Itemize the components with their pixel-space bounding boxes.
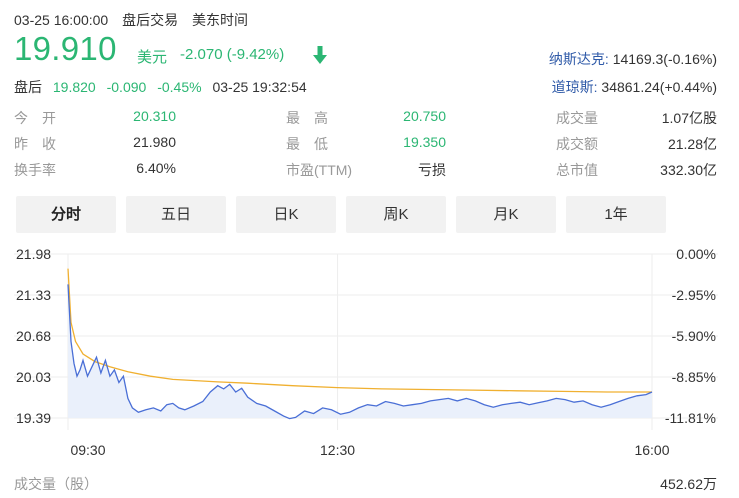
quote-label: 最 高 [286, 110, 328, 126]
quote-label: 市盈(TTM) [286, 162, 353, 178]
tab-monthly-k[interactable]: 月K [456, 196, 556, 233]
y-tick-label-left: 19.39 [16, 410, 51, 426]
index-value: 14169.3(-0.16%) [612, 51, 717, 67]
quote-label: 总市值 [556, 162, 598, 178]
index-name[interactable]: 道琼斯 [552, 79, 594, 95]
x-tick-label: 09:30 [70, 442, 105, 458]
x-tick-label: 12:30 [320, 442, 355, 458]
intraday-chart[interactable]: 21.98 0.00% 21.33 -2.95% 20.68 -5.90% 20.03 -8.… [0, 240, 739, 468]
y-tick-label-left: 21.98 [16, 246, 51, 262]
after-hours-price: 19.820 [52, 79, 96, 95]
quote-label: 今 开 [14, 110, 56, 126]
quote-value: 20.310 [133, 108, 176, 124]
y-tick-label-right: -8.85% [672, 369, 716, 385]
status-line: 03-25 16:00:00 盘后交易 美东时间 [14, 10, 258, 30]
price-change: -2.070 (-9.42%) [180, 46, 285, 63]
y-tick-label-right: -2.95% [672, 287, 716, 303]
price-area-layer [68, 284, 652, 419]
quote-value: 332.30亿 [660, 162, 717, 178]
quote-label: 换手率 [14, 162, 56, 178]
index-dow[interactable]: 道琼斯: 34861.24(+0.44%) [552, 77, 717, 97]
index-name[interactable]: 纳斯达克 [549, 51, 605, 67]
axis-labels-layer: 21.98 0.00% 21.33 -2.95% 20.68 -5.90% 20.03 -8.… [16, 246, 716, 458]
timezone-label: 美东时间 [191, 12, 248, 28]
y-tick-label-right: 0.00% [676, 246, 716, 262]
after-hours-change: -0.090 [106, 79, 147, 95]
quote-value: 21.980 [133, 134, 176, 150]
volume-label: 成交量（股） [14, 476, 98, 492]
quote-value: 亏损 [418, 162, 446, 178]
y-tick-label-left: 20.03 [16, 369, 51, 385]
quote-value: 20.750 [403, 108, 446, 124]
quote-datetime: 03-25 16:00:00 [14, 12, 109, 28]
session-label: 盘后交易 [122, 12, 179, 28]
after-hours-row: 盘后 19.820 -0.090 -0.45% 03-25 19:32:54 [14, 77, 314, 97]
y-tick-label-left: 20.68 [16, 328, 51, 344]
after-hours-label: 盘后 [14, 79, 42, 95]
quote-label: 最 低 [286, 136, 328, 152]
y-tick-label-right: -5.90% [672, 328, 716, 344]
after-hours-time: 03-25 19:32:54 [212, 79, 307, 95]
price-line [67, 284, 653, 420]
y-tick-label-right: -11.81% [665, 410, 716, 426]
arrow-down-icon [313, 46, 327, 64]
quote-value: 21.28亿 [667, 136, 717, 152]
tab-intraday[interactable]: 分时 [16, 196, 116, 233]
quote-value: 19.350 [403, 134, 446, 150]
currency-label: 美元 [137, 49, 168, 66]
quote-label: 昨 收 [14, 136, 56, 152]
index-value: 34861.24(+0.44%) [601, 79, 717, 95]
price-area [68, 284, 652, 419]
quote-value: 1.07亿股 [661, 110, 717, 126]
volume-value: 452.62万 [660, 476, 717, 492]
tab-daily-k[interactable]: 日K [236, 196, 336, 233]
tab-weekly-k[interactable]: 周K [346, 196, 446, 233]
tab-one-year[interactable]: 1年 [566, 196, 666, 233]
line-layer [67, 268, 653, 420]
quote-label: 成交量 [556, 110, 598, 126]
last-price: 19.910 [14, 30, 117, 67]
quote-value: 6.40% [136, 160, 176, 176]
tab-five-day[interactable]: 五日 [126, 196, 226, 233]
after-hours-percent: -0.45% [157, 79, 202, 95]
index-nasdaq[interactable]: 纳斯达克: 14169.3(-0.16%) [549, 49, 717, 69]
x-tick-label: 16:00 [634, 442, 669, 458]
quote-label: 成交额 [556, 136, 598, 152]
y-tick-label-left: 21.33 [16, 287, 51, 303]
average-price-line [67, 268, 652, 393]
